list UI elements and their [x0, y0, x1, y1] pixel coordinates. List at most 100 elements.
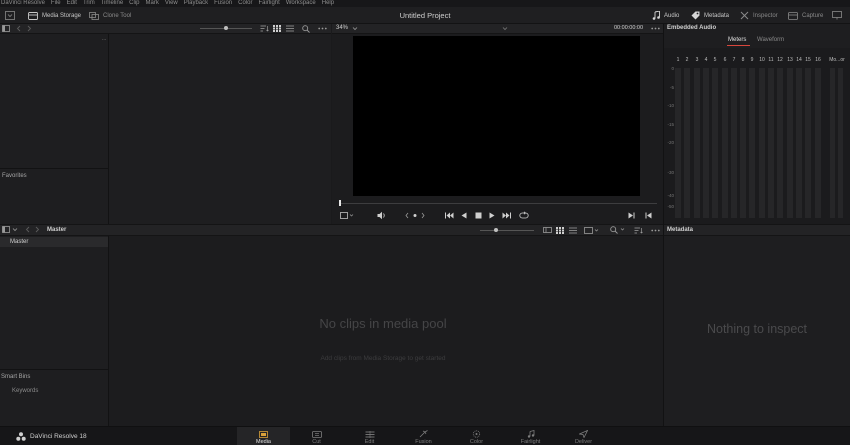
pool-zoom-slider[interactable] [480, 230, 534, 231]
page-tab-deliver[interactable]: Deliver [557, 427, 610, 445]
back-arrow-icon[interactable] [16, 25, 22, 32]
menu-edit[interactable]: Edit [67, 0, 77, 7]
viewer-mode-icon[interactable] [340, 212, 354, 219]
menu-file[interactable]: File [51, 0, 61, 7]
filmstrip-view-icon[interactable] [584, 227, 600, 234]
location-more-label[interactable]: ... [102, 36, 106, 42]
tab-waveform[interactable]: Waveform [757, 37, 784, 43]
search-icon[interactable] [302, 25, 310, 33]
channel-number-9: 9 [750, 57, 754, 63]
speaker-icon[interactable] [377, 211, 387, 220]
monitor-channel-label: Mo...or [829, 57, 845, 63]
channel-meter-16 [815, 68, 821, 218]
menu-fairlight[interactable]: Fairlight [258, 0, 279, 7]
page-tab-fusion[interactable]: Fusion [397, 427, 450, 445]
viewer-screen[interactable] [353, 36, 640, 196]
play-icon[interactable] [489, 212, 495, 219]
pool-options-icon[interactable] [651, 229, 660, 232]
mark-in-icon[interactable] [628, 212, 635, 219]
thumbnail-zoom-handle[interactable] [224, 26, 228, 30]
loop-icon[interactable] [519, 211, 529, 220]
capture-button[interactable]: Capture [788, 7, 823, 24]
page-tab-edit-label: Edit [364, 439, 375, 445]
menu-trim[interactable]: Trim [83, 0, 95, 7]
play-reverse-icon[interactable] [461, 212, 467, 219]
forward-arrow-icon[interactable] [26, 25, 32, 32]
jog-control-icon[interactable] [405, 212, 425, 219]
pool-grid-view-icon[interactable] [556, 227, 564, 234]
pool-sort-icon[interactable] [634, 227, 643, 234]
stop-icon[interactable] [475, 212, 482, 219]
empty-pool-title: No clips in media pool [319, 316, 447, 331]
channel-number-6: 6 [723, 57, 727, 63]
fusion-page-icon [419, 430, 428, 438]
menu-workspace[interactable]: Workspace [286, 0, 316, 7]
sort-icon[interactable] [260, 25, 269, 32]
menu-color[interactable]: Color [238, 0, 252, 7]
meter-scale-tick: -40 [667, 193, 674, 198]
zoom-dropdown-icon[interactable] [352, 26, 358, 31]
channel-meter-10 [759, 68, 765, 218]
pool-back-icon[interactable] [25, 226, 31, 233]
metadata-label: Metadata [704, 12, 730, 19]
page-tab-fusion-label: Fusion [415, 439, 432, 445]
page-tab-fairlight[interactable]: Fairlight [504, 427, 557, 445]
bin-dropdown-icon[interactable] [12, 227, 18, 232]
monitor-meter-right [838, 68, 843, 218]
skip-to-end-icon[interactable] [502, 212, 511, 219]
grid-view-icon[interactable] [273, 25, 281, 32]
page-tab-color[interactable]: Color [450, 427, 503, 445]
playhead[interactable] [339, 200, 341, 206]
pool-list-view-icon[interactable] [569, 227, 577, 234]
channel-meter-8 [740, 68, 746, 218]
minimize-panel-button[interactable] [832, 7, 842, 24]
pool-search-icon[interactable] [610, 226, 626, 234]
meter-scale-tick: -5 [669, 85, 674, 90]
deliver-page-icon [579, 430, 588, 438]
meter-scale-tick: -15 [667, 122, 674, 127]
skip-to-start-icon[interactable] [445, 212, 454, 219]
menu-view[interactable]: View [165, 0, 178, 7]
list-view-icon[interactable] [286, 25, 294, 32]
pool-forward-icon[interactable] [34, 226, 40, 233]
channel-number-15: 15 [805, 57, 811, 63]
bin-list-toggle-icon[interactable] [2, 226, 10, 233]
channel-meter-9 [749, 68, 755, 218]
music-note-icon [652, 11, 660, 20]
top-toolbar: Untitled Project Media Storage Clone Too… [0, 7, 850, 24]
media-pool-area[interactable] [109, 236, 663, 426]
smart-bin-keywords[interactable]: Keywords [12, 388, 38, 394]
media-pool-header: Master [0, 224, 663, 236]
menu-davinci-resolve[interactable]: DaVinci Resolve [1, 0, 45, 7]
viewer-zoom[interactable]: 34% [336, 25, 348, 31]
bin-master[interactable]: Master [0, 237, 108, 247]
media-storage-button[interactable]: Media Storage [28, 7, 81, 24]
mark-out-icon[interactable] [645, 212, 652, 219]
menu-playback[interactable]: Playback [184, 0, 208, 7]
menu-timeline[interactable]: Timeline [101, 0, 123, 7]
page-tab-cut[interactable]: Cut [290, 427, 343, 445]
clip-dropdown-icon[interactable] [502, 26, 508, 31]
meters-area [664, 48, 850, 224]
menu-help[interactable]: Help [322, 0, 334, 7]
scrubber-track[interactable] [339, 203, 657, 204]
pool-zoom-handle[interactable] [494, 228, 498, 232]
inspector-button[interactable]: Inspector [740, 7, 778, 24]
viewer-options-icon[interactable] [651, 27, 660, 30]
metadata-view-icon[interactable] [543, 227, 552, 233]
clone-tool-button[interactable]: Clone Tool [89, 7, 131, 24]
menu-fusion[interactable]: Fusion [214, 0, 232, 7]
panel-toggle-icon [5, 11, 15, 20]
page-tab-edit[interactable]: Edit [343, 427, 396, 445]
menu-mark[interactable]: Mark [146, 0, 159, 7]
menu-clip[interactable]: Clip [129, 0, 139, 7]
page-tab-media[interactable]: Media [237, 427, 290, 445]
metadata-button[interactable]: Metadata [691, 7, 729, 24]
more-options-icon[interactable] [318, 27, 327, 30]
audio-button[interactable]: Audio [652, 7, 679, 24]
color-page-icon [472, 430, 481, 438]
app-branding: DaVinci Resolve 18 [16, 432, 87, 441]
tab-meters[interactable]: Meters [728, 37, 746, 43]
workspace-toggle-button[interactable] [5, 7, 15, 24]
sidebar-toggle-icon[interactable] [2, 25, 10, 32]
